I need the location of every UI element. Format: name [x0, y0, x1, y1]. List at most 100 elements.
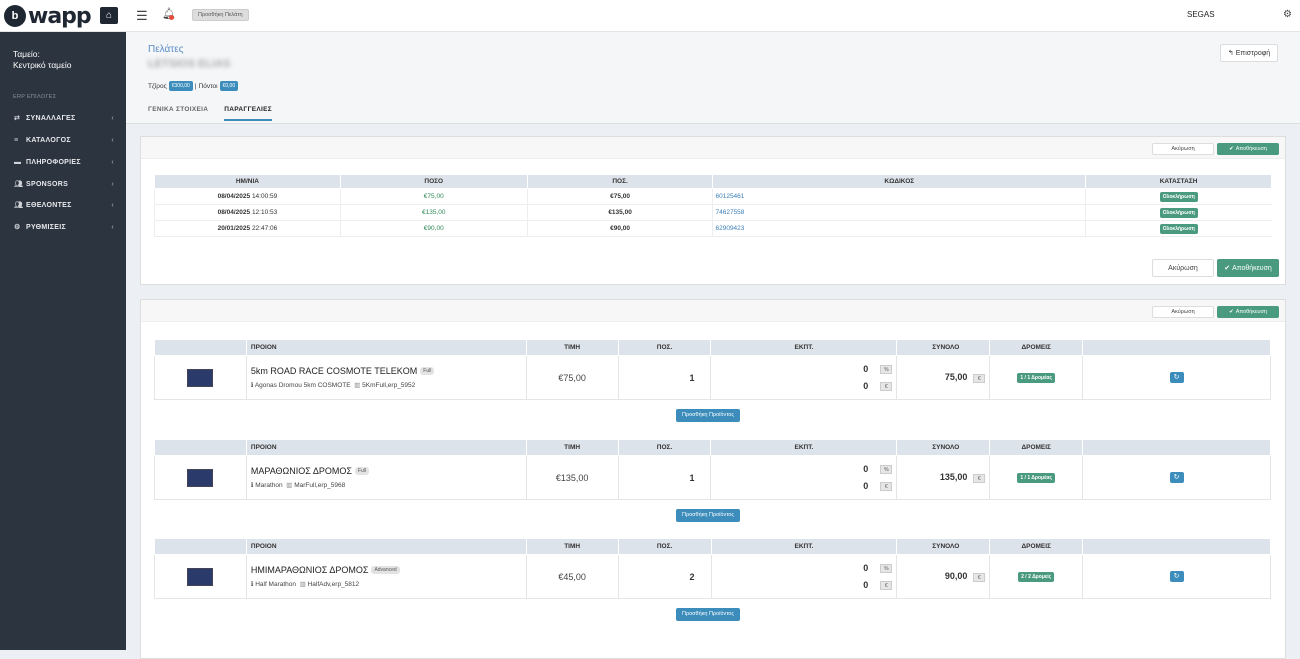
product-info: ΜΑΡΑΘΩΝΙΟΣ ΔΡΟΜΟΣ Full ℹ Marathon ▥ MarFul…: [245, 455, 527, 500]
table-row[interactable]: 20/01/2025 22:47:06 €90,00 €90,00 629094…: [154, 220, 1272, 237]
col-discount: ΕΚΠΤ.: [710, 439, 898, 456]
sidebar-item-info[interactable]: ▬ ΠΛΗΡΟΦΟΡΙΕΣ ‹: [14, 156, 114, 168]
col-product: ΠΡΟΙΟΝ: [245, 339, 527, 356]
percent-button[interactable]: %: [880, 464, 893, 474]
product-qty[interactable]: 1: [617, 455, 712, 500]
home-button[interactable]: ⌂: [100, 7, 118, 24]
col-qty: ΠΟΣ.: [617, 538, 712, 555]
col-status: ΚΑΤΑΣΤΑΣΗ: [1085, 174, 1272, 189]
users-icon: 👥︎: [14, 202, 24, 209]
runners-badge[interactable]: 2 / 2 Δρομείς: [1018, 572, 1055, 582]
sidebar-item-volunteers[interactable]: 👥︎ ΕΘΕΛΟΝΤΕΣ ‹: [14, 199, 114, 211]
refresh-icon[interactable]: ↻: [1169, 372, 1184, 383]
save-button[interactable]: ✔ Αποθήκευση: [1217, 259, 1279, 277]
product-qty[interactable]: 2: [617, 554, 712, 599]
cancel-button-top[interactable]: Ακύρωση: [1152, 306, 1214, 318]
back-label: Επιστροφή: [1235, 49, 1271, 57]
euro-button[interactable]: €: [880, 381, 893, 391]
gear-icon[interactable]: ⚙: [1283, 9, 1292, 20]
percent-button[interactable]: %: [880, 563, 893, 573]
product-total-value: 75,00: [944, 372, 968, 382]
product-info: ΗΜΙΜΑΡΑΘΩΝΙΟΣ ΔΡΟΜΟΣ Advanced ℹ Half Marat…: [245, 554, 527, 599]
discount-percent-value[interactable]: 0: [863, 563, 868, 573]
save-button-top[interactable]: ✔ Αποθήκευση: [1217, 143, 1279, 155]
order-code[interactable]: 74627558: [712, 204, 1086, 221]
product-name: ΗΜΙΜΑΡΑΘΩΝΙΟΣ ΔΡΟΜΟΣ: [250, 565, 369, 575]
chevron-left-icon: ‹: [111, 223, 114, 231]
table-row[interactable]: 08/04/2025 14:00:59 €75,00 €75,00 601254…: [154, 188, 1272, 205]
user-name[interactable]: SEGAS: [1187, 10, 1215, 19]
euro-button[interactable]: €: [880, 481, 893, 491]
menu-icon[interactable]: ☰: [136, 8, 148, 24]
refresh-icon[interactable]: ↻: [1169, 472, 1184, 483]
shop-name: Κεντρικό ταμείο: [13, 60, 72, 70]
euro-button[interactable]: €: [973, 474, 986, 483]
back-button[interactable]: ↰ Επιστροφή: [1220, 44, 1278, 62]
sidebar-item-catalog[interactable]: ≡ ΚΑΤΑΛΟΓΟΣ ‹: [14, 134, 114, 146]
euro-button[interactable]: €: [880, 580, 893, 590]
breadcrumb[interactable]: Πελάτες: [148, 44, 184, 55]
col-image: [154, 339, 247, 356]
product-category: Half Marathon: [255, 581, 297, 588]
add-product-button[interactable]: Προσθήκη Προϊόντος: [676, 608, 741, 621]
orders-table: ΗΜ/ΝΙΑ ΠΟΣΟ ΠΟΣ. ΚΩΔΙΚΟΣ ΚΑΤΑΣΤΑΣΗ 08/04…: [154, 174, 1272, 237]
order-code[interactable]: 62909423: [712, 220, 1086, 237]
percent-button[interactable]: %: [880, 364, 893, 374]
exchange-icon: ⇄: [14, 115, 21, 122]
check-icon: ✔: [1229, 309, 1234, 315]
discount-euro-value[interactable]: 0: [863, 580, 868, 590]
col-actions: [1082, 538, 1271, 555]
col-runners: ΔΡΟΜΕΙΣ: [989, 439, 1084, 456]
col-product: ΠΡΟΙΟΝ: [245, 439, 527, 456]
panel-toolbar: [141, 300, 1285, 322]
check-icon: ✔: [1224, 265, 1231, 272]
home-icon: ⌂: [105, 10, 113, 21]
sidebar-section-label: ERP ΕΠΙΛΟΓΕΣ: [13, 94, 57, 100]
table-row[interactable]: ΗΜΙΜΑΡΑΘΩΝΙΟΣ ΔΡΟΜΟΣ Advanced ℹ Half Marat…: [154, 554, 1271, 599]
euro-button[interactable]: €: [973, 573, 986, 582]
save-label: Αποθήκευση: [1235, 146, 1267, 152]
order-code[interactable]: 60125461: [712, 188, 1086, 205]
col-total: ΣΥΝΟΛΟ: [896, 538, 991, 555]
cancel-button[interactable]: Ακύρωση: [1152, 259, 1214, 277]
list-icon: ≡: [14, 136, 19, 144]
shop-label: Ταμείο:: [13, 49, 40, 59]
order-amount: €135,00: [339, 204, 528, 221]
col-qty: ΠΟΣ.: [617, 339, 712, 356]
runners-badge[interactable]: 1 / 1 Δρομέας: [1017, 373, 1056, 383]
tab-orders[interactable]: ΠΑΡΑΓΓΕΛΙΕΣ: [224, 106, 272, 121]
product-sku: HalfAdv,erp_5812: [307, 581, 360, 588]
product-discount: 0% 0 €: [710, 455, 898, 500]
chevron-left-icon: ‹: [111, 201, 114, 209]
table-row[interactable]: 5km ROAD RACE COSMOTE TELEKOM Full ℹ Agona…: [154, 355, 1271, 400]
product-category: Marathon: [255, 482, 283, 489]
refresh-icon[interactable]: ↻: [1169, 571, 1184, 582]
cancel-button-top[interactable]: Ακύρωση: [1152, 143, 1214, 155]
euro-button[interactable]: €: [973, 374, 986, 383]
sidebar-item-transactions[interactable]: ⇄ ΣΥΝΑΛΛΑΓΕΣ ‹: [14, 112, 114, 124]
product-discount: 0% 0 €: [710, 554, 898, 599]
tab-general[interactable]: ΓΕΝΙΚΑ ΣΤΟΙΧΕΙΑ: [148, 106, 208, 121]
sidebar-item-sponsors[interactable]: 👥︎ SPONSORS ‹: [14, 178, 114, 190]
add-customer-button[interactable]: Προσθήκη Πελάτη: [192, 9, 249, 21]
app-logo[interactable]: b wapp: [4, 4, 92, 29]
discount-euro-value[interactable]: 0: [863, 481, 868, 491]
logo-mark: b: [4, 5, 26, 27]
discount-euro-value[interactable]: 0: [863, 381, 868, 391]
top-bar: b wapp ⌂ ☰ 🔔︎ Προσθήκη Πελάτη SEGAS ⚙: [0, 0, 1300, 32]
add-product-button[interactable]: Προσθήκη Προϊόντος: [676, 509, 741, 522]
product-table: ΠΡΟΙΟΝ ΤΙΜΗ ΠΟΣ. ΕΚΠΤ. ΣΥΝΟΛΟ ΔΡΟΜΕΙΣ ΜΑΡΑΘΩΝΙ…: [154, 439, 1271, 500]
save-button-top[interactable]: ✔ Αποθήκευση: [1217, 306, 1279, 318]
balance-badge: €300,00: [168, 81, 193, 91]
product-qty[interactable]: 1: [617, 355, 712, 400]
product-runners: 1 / 1 Δρομέας: [989, 455, 1084, 500]
table-row[interactable]: 08/04/2025 12:10:53 €135,00 €135,00 7462…: [154, 204, 1272, 221]
discount-percent-value[interactable]: 0: [863, 364, 868, 374]
product-info: 5km ROAD RACE COSMOTE TELEKOM Full ℹ Agona…: [245, 355, 527, 400]
add-product-button[interactable]: Προσθήκη Προϊόντος: [676, 409, 741, 422]
table-row[interactable]: ΜΑΡΑΘΩΝΙΟΣ ΔΡΟΜΟΣ Full ℹ Marathon ▥ MarFul…: [154, 455, 1271, 500]
runners-badge[interactable]: 1 / 1 Δρομέας: [1017, 473, 1056, 483]
users-icon: 👥︎: [14, 181, 24, 188]
sidebar-item-settings[interactable]: ⚙ ΡΥΘΜΙΣΕΙΣ ‹: [14, 221, 114, 233]
discount-percent-value[interactable]: 0: [863, 464, 868, 474]
